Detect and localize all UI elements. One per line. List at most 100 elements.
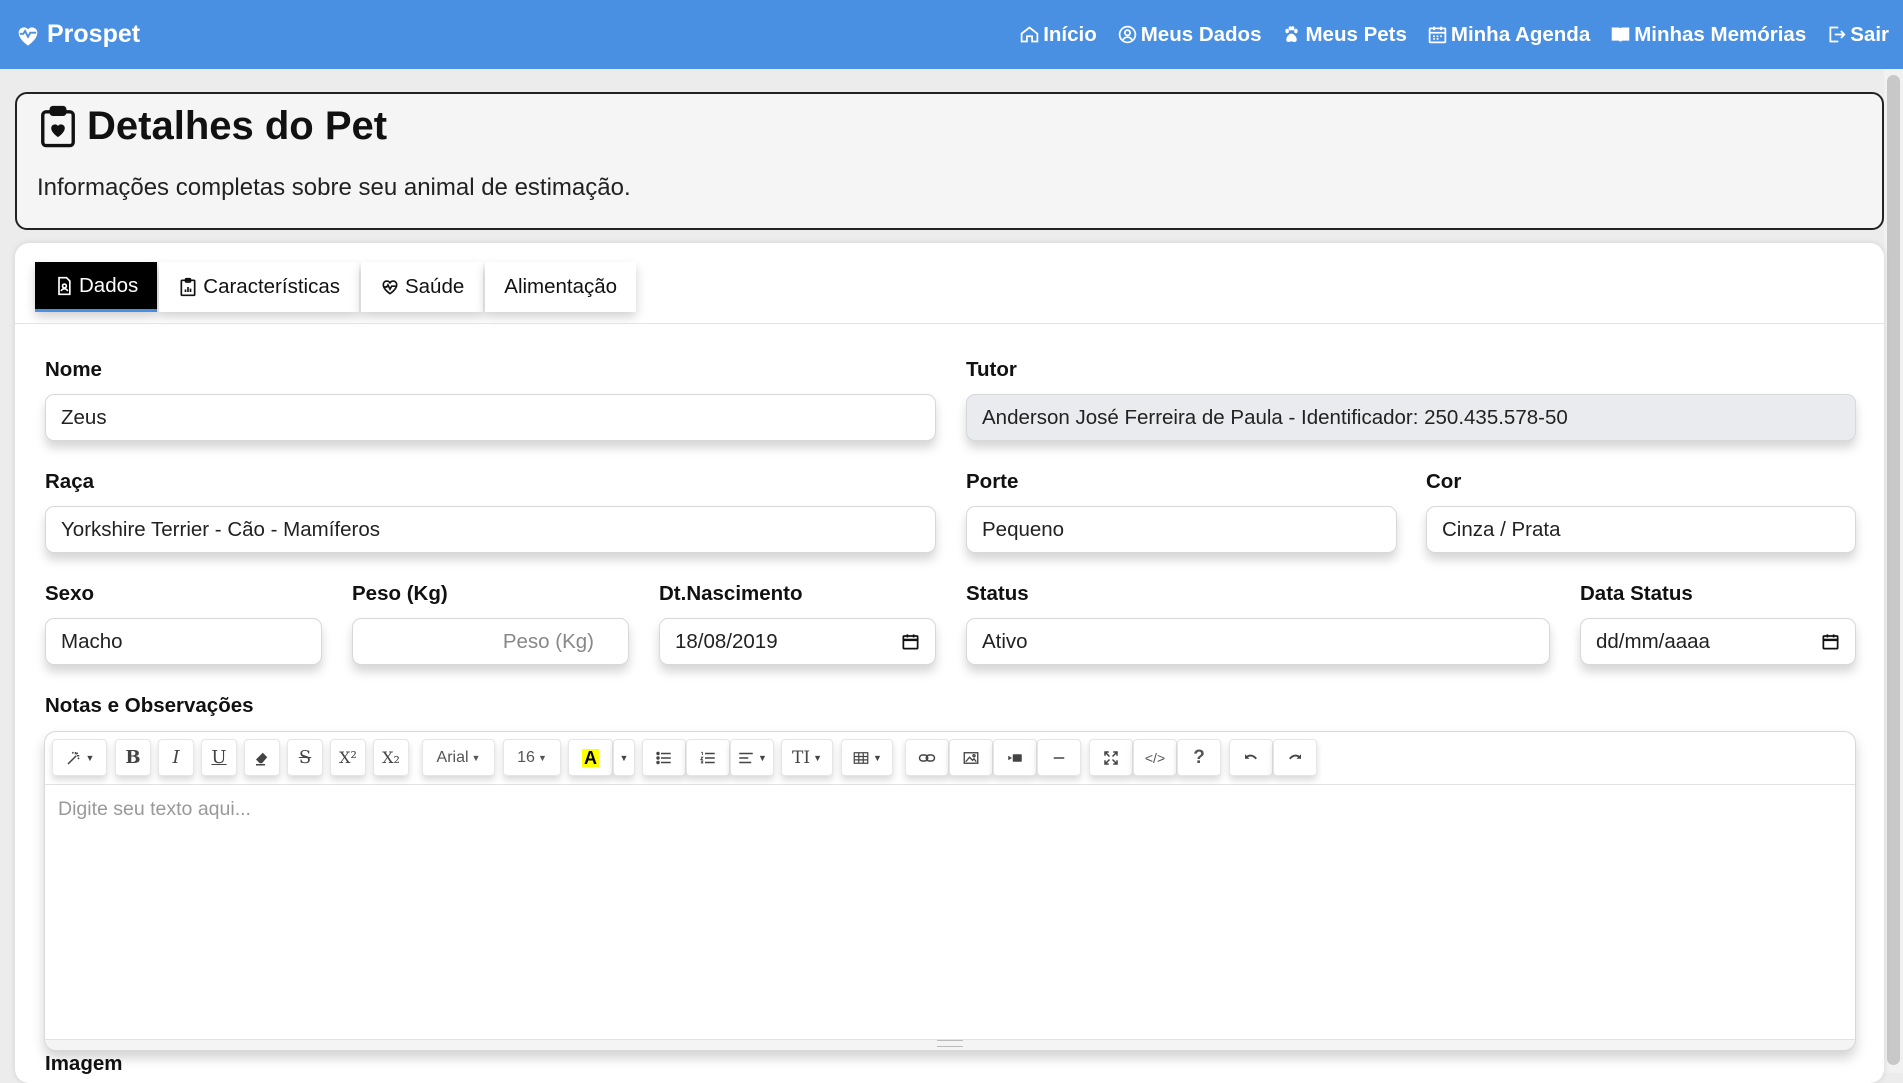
redo-icon	[1289, 753, 1301, 759]
ordered-list-button[interactable]	[686, 739, 730, 776]
notes-placeholder: Digite seu texto aqui...	[58, 798, 251, 820]
help-button[interactable]: ?	[1177, 739, 1221, 776]
list-bullet-icon	[656, 751, 671, 764]
page-subtitle: Informações completas sobre seu animal d…	[37, 174, 631, 201]
notes-editor: ▼ B I U S X² X₂ Arial ▼ 16 ▼ A ▼ ▼ TI ▼ …	[44, 731, 1856, 1051]
text-style-dropdown[interactable]: TI ▼	[781, 739, 833, 776]
brand[interactable]: Prospet	[14, 20, 140, 49]
underline-button[interactable]: U	[201, 739, 237, 776]
link-button[interactable]	[905, 739, 949, 776]
code-view-button[interactable]: </>	[1133, 739, 1177, 776]
nav-link-label: Sair	[1850, 22, 1889, 46]
data-status-label: Data Status	[1580, 582, 1693, 605]
font-size-dropdown[interactable]: 16 ▼	[503, 739, 561, 776]
notes-textarea[interactable]: Digite seu texto aqui...	[58, 798, 251, 821]
italic-button[interactable]: I	[158, 739, 194, 776]
heart-pulse-icon	[382, 280, 398, 295]
tab-dados[interactable]: Dados	[35, 262, 158, 312]
nome-label: Nome	[45, 358, 102, 381]
nav-link-sair[interactable]: Sair	[1826, 23, 1889, 47]
raca-select[interactable]: Yorkshire Terrier - Cão - Mamíferos	[45, 506, 936, 553]
clipboard-data-icon	[180, 277, 196, 297]
sexo-value: Macho	[61, 629, 123, 653]
home-icon	[1020, 26, 1039, 43]
video-icon	[1008, 753, 1022, 762]
cor-label: Cor	[1426, 470, 1462, 493]
nome-value: Zeus	[61, 405, 107, 429]
editor-resize-handle[interactable]	[937, 1040, 963, 1047]
minus-icon	[1053, 756, 1065, 759]
text-color-dropdown[interactable]: ▼	[613, 739, 635, 776]
nascimento-value: 18/08/2019	[675, 629, 778, 653]
sexo-label: Sexo	[45, 582, 94, 605]
calendar-icon	[1428, 26, 1447, 44]
list-ordered-icon	[699, 751, 715, 763]
peso-placeholder: Peso (Kg)	[502, 629, 594, 653]
clipboard-heart-icon	[41, 105, 75, 147]
expand-icon	[1104, 750, 1118, 765]
image-button[interactable]	[949, 739, 993, 776]
tab-saude[interactable]: Saúde	[360, 262, 484, 312]
porte-select[interactable]: Pequeno	[966, 506, 1397, 553]
font-size-value: 16	[517, 748, 535, 766]
sexo-select[interactable]: Macho	[45, 618, 322, 665]
nascimento-label: Dt.Nascimento	[659, 582, 803, 605]
data-status-date-input[interactable]: dd/mm/aaaa	[1580, 618, 1856, 665]
horizontal-rule-button[interactable]	[1037, 739, 1081, 776]
imagem-label: Imagem	[45, 1052, 123, 1075]
status-select[interactable]: Ativo	[966, 618, 1550, 665]
link-icon	[918, 753, 936, 762]
editor-toolbar: ▼ B I U S X² X₂ Arial ▼ 16 ▼ A ▼ ▼ TI ▼ …	[45, 732, 1855, 785]
font-family-value: Arial	[436, 748, 469, 766]
page-header-card: Detalhes do Pet Informações completas so…	[15, 92, 1884, 230]
subscript-button[interactable]: X₂	[373, 739, 409, 776]
font-family-dropdown[interactable]: Arial ▼	[422, 739, 495, 776]
raca-label: Raça	[45, 470, 95, 493]
text-style-value: TI	[792, 747, 811, 768]
nav-link-minha-agenda[interactable]: Minha Agenda	[1427, 23, 1590, 47]
align-left-icon	[739, 752, 753, 763]
fullscreen-button[interactable]	[1089, 739, 1133, 776]
calendar-icon[interactable]	[1821, 632, 1840, 651]
paragraph-align-dropdown[interactable]: ▼	[730, 739, 774, 776]
data-status-value: dd/mm/aaaa	[1596, 629, 1710, 653]
nav-link-meus-pets[interactable]: Meus Pets	[1281, 23, 1407, 47]
peso-input[interactable]: Peso (Kg)	[352, 618, 629, 665]
tab-label: Características	[203, 275, 340, 298]
raca-value: Yorkshire Terrier - Cão - Mamíferos	[61, 517, 380, 541]
tab-label: Saúde	[404, 275, 465, 298]
nav-link-label: Minha Agenda	[1450, 22, 1591, 46]
notas-label: Notas e Observações	[45, 694, 254, 717]
nav-link-inicio[interactable]: Início	[1019, 23, 1097, 47]
table-icon	[853, 751, 869, 764]
cor-select[interactable]: Cinza / Prata	[1426, 506, 1856, 553]
page-scrollbar[interactable]	[1884, 69, 1903, 1073]
video-button[interactable]	[993, 739, 1037, 776]
brand-name: Prospet	[47, 20, 141, 48]
nav-link-minhas-memorias[interactable]: Minhas Memórias	[1610, 23, 1806, 47]
clear-format-button[interactable]	[244, 739, 280, 776]
unordered-list-button[interactable]	[642, 739, 686, 776]
nascimento-date-input[interactable]: 18/08/2019	[659, 618, 936, 665]
nav-link-meus-dados[interactable]: Meus Dados	[1117, 23, 1261, 47]
tabs-divider	[15, 323, 1884, 324]
tab-caracteristicas[interactable]: Características	[159, 262, 359, 312]
bold-button[interactable]: B	[115, 739, 151, 776]
table-dropdown[interactable]: ▼	[841, 739, 893, 776]
undo-button[interactable]	[1229, 739, 1273, 776]
calendar-icon[interactable]	[901, 632, 920, 651]
strikethrough-button[interactable]: S	[287, 739, 323, 776]
status-value: Ativo	[982, 629, 1028, 653]
redo-button[interactable]	[1273, 739, 1317, 776]
magic-wand-icon	[67, 751, 80, 765]
style-button[interactable]: ▼	[52, 739, 107, 776]
tutor-label: Tutor	[966, 358, 1017, 381]
nav-link-label: Minhas Memórias	[1634, 22, 1807, 46]
scrollbar-thumb[interactable]	[1887, 75, 1900, 1065]
paw-icon	[1285, 26, 1299, 43]
text-color-button[interactable]: A	[568, 739, 613, 776]
tab-label: Alimentação	[504, 275, 618, 298]
superscript-button[interactable]: X²	[330, 739, 366, 776]
nome-input[interactable]: Zeus	[45, 394, 936, 441]
tab-alimentacao[interactable]: Alimentação	[485, 262, 637, 312]
